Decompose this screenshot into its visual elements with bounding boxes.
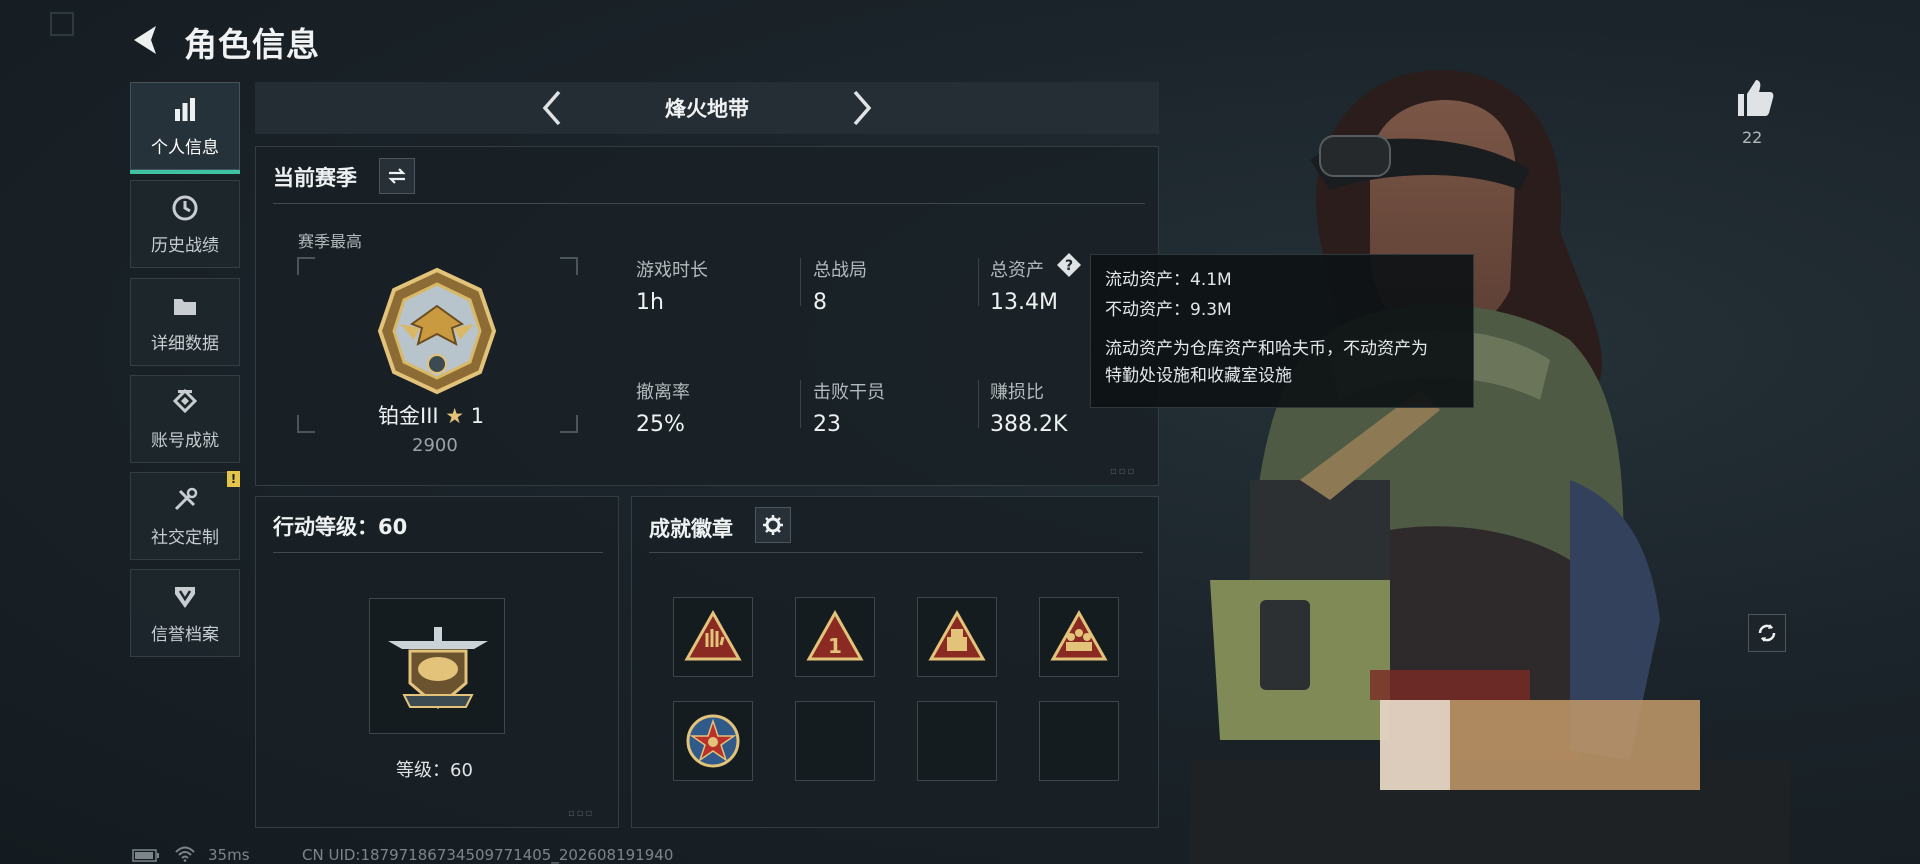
empty-badge-slot[interactable] [795, 701, 875, 781]
stat-label: 撤离率 [636, 382, 690, 403]
corner-decoration: ▫▫▫ [568, 808, 595, 819]
gear-icon [763, 515, 783, 535]
operator-character-model [1190, 70, 1790, 864]
rotate-view-button[interactable] [1748, 614, 1786, 652]
thumbs-up-icon[interactable] [1732, 78, 1776, 118]
hand-badge-icon [684, 609, 742, 661]
action-level-title: 行动等级：60 [273, 515, 408, 539]
tooltip-note-line-2: 特勤处设施和收藏室设施 [1105, 366, 1292, 386]
achievement-badge-slot[interactable]: 1 [795, 597, 875, 677]
sidebar-item-label: 详细数据 [151, 333, 219, 354]
sidebar-item-credit-record[interactable]: 信誉档案 [130, 569, 240, 657]
sidebar-item-label: 信誉档案 [151, 624, 219, 645]
svg-text:?: ? [1065, 258, 1073, 274]
level-text: 等级：60 [396, 760, 473, 781]
level-emblem-frame [369, 598, 505, 734]
stat-label: 总资产 [990, 260, 1044, 281]
divider [273, 552, 603, 553]
like-count: 22 [1742, 128, 1763, 147]
question-icon: ? [1057, 253, 1081, 277]
frame-corner [560, 257, 578, 275]
helicopter-level-emblem-icon [388, 627, 488, 709]
rank-stars: 1 [470, 404, 485, 428]
stat-value: 25% [636, 412, 685, 437]
sidebar-item-detail-data[interactable]: 详细数据 [130, 278, 240, 366]
page-title: 角色信息 [184, 25, 320, 64]
divider [978, 380, 979, 428]
rotate-icon [1758, 624, 1776, 642]
season-title: 当前赛季 [273, 166, 357, 190]
squad-badge-icon [1050, 609, 1108, 661]
rank-score: 2900 [412, 435, 458, 456]
assets-tooltip: 流动资产：4.1M 不动资产：9.3M 流动资产为仓库资产和哈夫币，不动资产为 … [1090, 254, 1474, 408]
sidebar-item-achievements[interactable]: 账号成就 [130, 375, 240, 463]
frame-corner [297, 257, 315, 275]
divider [649, 552, 1143, 553]
corner-decoration: ▫▫▫ [1110, 466, 1137, 477]
stat-value: 1h [636, 290, 664, 315]
sidebar-item-label: 个人信息 [151, 137, 219, 158]
corner-decoration [50, 12, 74, 36]
trophy-icon [172, 388, 198, 413]
clock-icon [172, 195, 198, 220]
ping-readout: 35ms [208, 846, 250, 864]
stat-value: 8 [813, 290, 827, 315]
stat-label: 游戏时长 [636, 260, 708, 281]
sidebar-item-personal-info[interactable]: 个人信息 [130, 82, 240, 174]
chevron-right-icon[interactable] [847, 88, 877, 128]
sidebar-item-social-custom[interactable]: 社交定制 ! [130, 471, 240, 560]
star-icon: ★ [445, 404, 465, 428]
wrench-icon [174, 487, 198, 510]
folder-icon [174, 298, 196, 315]
stat-label: 赚损比 [990, 382, 1044, 403]
number-one-badge-icon: 1 [806, 609, 864, 661]
achievement-badge-slot[interactable] [917, 597, 997, 677]
stat-value: 388.2K [990, 412, 1068, 437]
frame-corner [560, 415, 578, 433]
crate-badge-icon [928, 609, 986, 661]
mode-selector: 烽火地带 [255, 82, 1159, 134]
swap-season-button[interactable] [379, 158, 415, 194]
stat-label: 击败干员 [813, 382, 885, 403]
sidebar-item-label: 历史战绩 [151, 235, 219, 256]
divider [800, 258, 801, 306]
achievement-badge-slot[interactable] [673, 597, 753, 677]
divider [978, 258, 979, 306]
bar-chart-icon [175, 97, 195, 121]
mode-label: 烽火地带 [665, 97, 749, 121]
battery-icon [132, 849, 159, 862]
empty-badge-slot[interactable] [1039, 701, 1119, 781]
achievement-badge-slot[interactable] [1039, 597, 1119, 677]
rank-name-row: 铂金III ★ 1 [378, 400, 484, 430]
divider [800, 380, 801, 428]
achievement-settings-button[interactable] [755, 507, 791, 543]
achievements-title: 成就徽章 [649, 517, 733, 541]
back-arrow-icon[interactable] [128, 22, 164, 58]
chevron-left-icon[interactable] [537, 88, 567, 128]
frame-corner [297, 415, 315, 433]
wifi-icon [175, 846, 195, 862]
shield-badge-icon [175, 586, 195, 608]
stat-value: 23 [813, 412, 841, 437]
sidebar-item-label: 账号成就 [151, 430, 219, 451]
star-medal-icon [686, 714, 740, 768]
sidebar-item-label: 社交定制 [151, 527, 219, 548]
tooltip-fixed-assets: 不动资产：9.3M [1105, 300, 1232, 320]
divider [273, 203, 1145, 204]
tooltip-note-line-1: 流动资产为仓库资产和哈夫币，不动资产为 [1105, 339, 1428, 359]
uid-text: CN UID:18797186734509771405_202608191940 [302, 846, 674, 864]
svg-text:1: 1 [828, 634, 842, 658]
platinum-rank-emblem-icon [377, 267, 497, 395]
notification-badge: ! [227, 471, 240, 487]
rank-name: 铂金III [378, 404, 439, 428]
achievement-badge-slot[interactable] [673, 701, 753, 781]
swap-icon [388, 168, 406, 184]
help-button[interactable]: ? [1056, 252, 1082, 278]
season-best-label: 赛季最高 [298, 232, 363, 251]
tooltip-liquid-assets: 流动资产：4.1M [1105, 270, 1232, 290]
stat-label: 总战局 [813, 260, 867, 281]
sidebar-item-history[interactable]: 历史战绩 [130, 180, 240, 268]
stat-value: 13.4M [990, 290, 1058, 315]
empty-badge-slot[interactable] [917, 701, 997, 781]
